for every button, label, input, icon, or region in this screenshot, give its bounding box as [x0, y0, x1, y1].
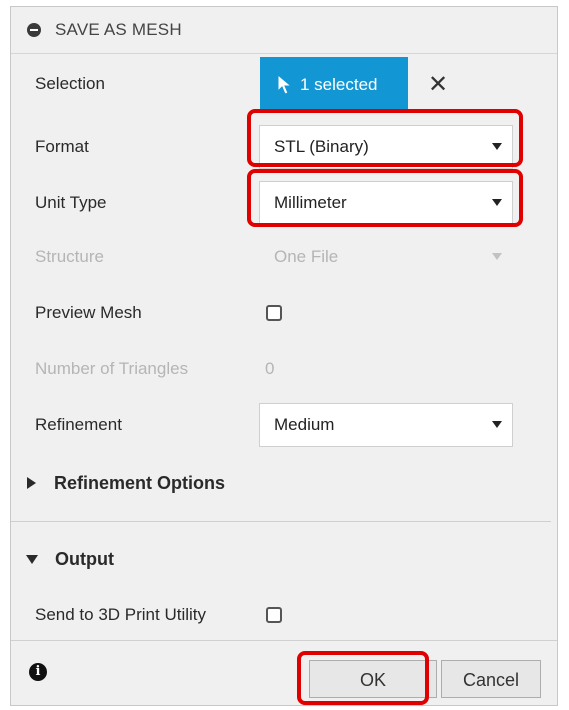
ok-highlight: [297, 651, 429, 705]
dialog-titlebar: SAVE AS MESH: [11, 7, 557, 54]
unit-type-highlight: [247, 169, 523, 227]
unit-type-label: Unit Type: [35, 193, 107, 212]
dialog-footer: i OK Cancel: [11, 640, 557, 705]
selection-label: Selection: [35, 74, 105, 93]
triangles-value: 0: [265, 359, 275, 378]
save-as-mesh-dialog: SAVE AS MESH Selection 1 selected ✕ Form…: [10, 6, 558, 706]
collapse-icon[interactable]: [27, 23, 41, 37]
chevron-down-icon: [492, 421, 502, 428]
send-to-print-checkbox[interactable]: [266, 607, 282, 623]
selection-button[interactable]: 1 selected: [260, 57, 408, 113]
triangles-label: Number of Triangles: [35, 359, 189, 378]
output-section[interactable]: Output: [11, 535, 557, 583]
selection-count: 1 selected: [300, 75, 378, 94]
triangles-row: Number of Triangles: [11, 341, 557, 397]
refinement-value: Medium: [274, 415, 335, 434]
refinement-options-label: Refinement Options: [54, 472, 226, 493]
dialog-title: SAVE AS MESH: [55, 20, 182, 39]
chevron-down-icon: [492, 253, 502, 260]
preview-mesh-row: Preview Mesh: [11, 285, 557, 341]
format-highlight: [247, 109, 523, 167]
format-label: Format: [35, 137, 89, 156]
section-divider: [11, 521, 551, 522]
expand-arrow-icon: [27, 477, 36, 489]
structure-value: One File: [274, 247, 339, 266]
clear-selection-icon[interactable]: ✕: [425, 57, 451, 113]
refinement-dropdown[interactable]: Medium: [259, 403, 513, 447]
collapse-arrow-icon: [26, 554, 38, 564]
structure-label: Structure: [35, 247, 104, 266]
refinement-label: Refinement: [35, 415, 122, 434]
refinement-options-section[interactable]: Refinement Options: [11, 459, 557, 507]
cancel-button[interactable]: Cancel: [441, 660, 541, 698]
preview-mesh-label: Preview Mesh: [35, 303, 142, 322]
send-to-print-row: Send to 3D Print Utility: [11, 587, 557, 643]
preview-mesh-checkbox[interactable]: [266, 305, 282, 321]
cursor-arrow-icon: [277, 74, 293, 95]
structure-dropdown: One File: [259, 235, 513, 279]
send-to-print-label: Send to 3D Print Utility: [35, 605, 207, 624]
info-icon[interactable]: i: [29, 663, 47, 681]
output-label: Output: [55, 548, 114, 569]
